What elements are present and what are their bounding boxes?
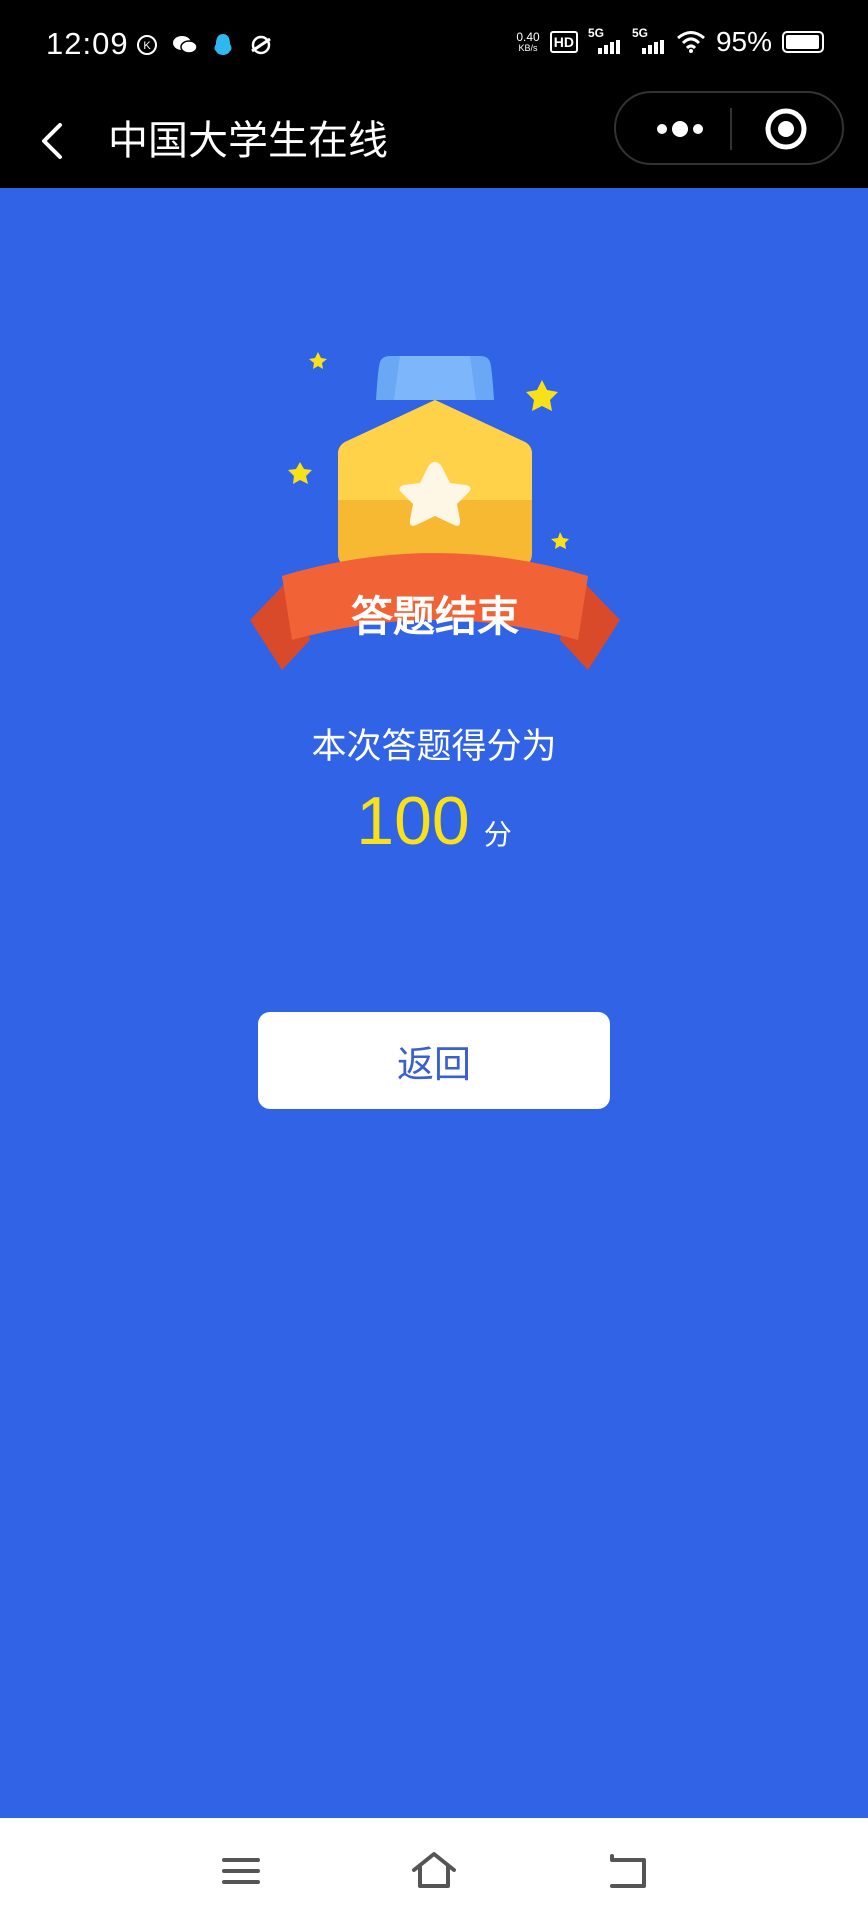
k-app-icon: K	[137, 35, 157, 55]
signal-icon: 5G	[588, 26, 622, 54]
hd-badge: HD	[549, 31, 578, 53]
sparkle-star-icon	[288, 462, 312, 484]
sparkle-star-icon	[309, 352, 327, 369]
medal-ribbon-text: 答题结束	[351, 592, 519, 641]
wifi-icon	[676, 31, 705, 53]
score-value: 100	[356, 783, 470, 859]
menu-icon[interactable]	[216, 1850, 266, 1892]
notification-icons: K	[136, 32, 274, 58]
wechat-icon	[173, 36, 198, 54]
score-row: 100 分	[0, 782, 868, 860]
result-label: 本次答题得分为	[311, 727, 557, 767]
qq-icon	[214, 34, 232, 55]
mini-program-capsule	[614, 91, 844, 165]
page-title: 中国大学生在线	[108, 118, 388, 164]
battery-percent: 95%	[715, 26, 772, 57]
score-unit: 分	[483, 818, 512, 851]
close-target-icon[interactable]	[756, 107, 816, 151]
svg-text:K: K	[143, 40, 151, 52]
net-speed-unit: KB/s	[518, 43, 538, 53]
net-speed-value: 0.40	[516, 30, 540, 44]
signal-icon: 5G	[632, 26, 666, 54]
status-time: 12:09	[46, 26, 129, 61]
net-speed: 0.40 KB/s	[516, 31, 539, 53]
home-icon[interactable]	[409, 1850, 459, 1892]
system-nav-bar	[0, 1818, 868, 1920]
sync-icon	[251, 35, 271, 55]
more-options-icon[interactable]	[640, 107, 720, 151]
battery-icon	[782, 31, 824, 53]
medal-illustration: 答题结束	[250, 352, 620, 670]
back-icon[interactable]	[602, 1850, 652, 1892]
sparkle-star-icon	[551, 532, 569, 549]
signal-label: 5G	[631, 26, 648, 40]
back-arrow-icon[interactable]	[30, 117, 78, 165]
capsule-divider	[730, 108, 732, 150]
return-button[interactable]: 返回	[258, 1012, 610, 1109]
status-bar: 12:09 K 0.40 KB/s HD 5G 5G 95%	[0, 0, 868, 95]
status-right: 0.40 KB/s HD 5G 5G 95%	[516, 26, 824, 58]
sparkle-star-icon	[526, 380, 558, 411]
signal-label: 5G	[587, 26, 604, 40]
